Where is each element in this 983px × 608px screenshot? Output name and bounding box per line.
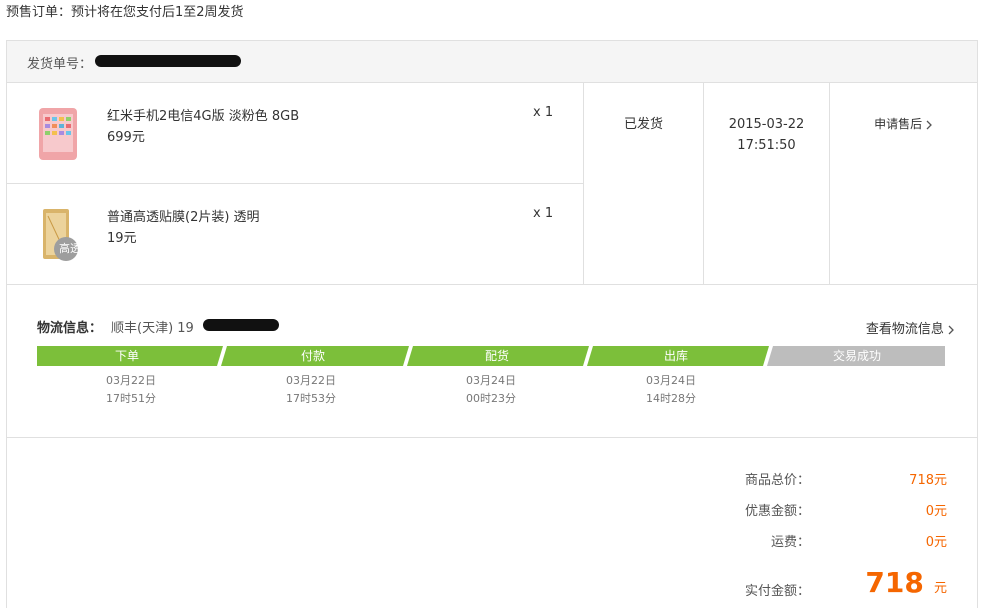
logistics-section: 物流信息： 顺丰(天津) 19 查看物流信息 下单 付款 配货 出库 交易成功 … xyxy=(7,285,977,438)
goods-total-value: 718元 xyxy=(909,473,947,488)
shipment-number-label: 发货单号： xyxy=(27,57,93,72)
chevron-right-icon xyxy=(926,120,932,129)
progress-track: 下单 付款 配货 出库 交易成功 xyxy=(37,346,945,366)
goods-section: 红米手机2电信4G版 淡粉色 8GB 699元 x 1 高透 普通高透贴膜(2片… xyxy=(7,83,977,285)
time-column: 2015-03-22 17:51:50 xyxy=(703,83,829,285)
pink-phone-icon xyxy=(39,108,77,160)
item-quantity: x 1 xyxy=(533,206,554,221)
step-label-outbound: 出库 xyxy=(663,349,688,363)
goods-total-label: 商品总价： xyxy=(744,473,810,488)
discount-value: 0元 xyxy=(925,504,947,519)
shipping-fee-label: 运费： xyxy=(770,535,810,550)
item-price: 699元 xyxy=(107,130,145,145)
step-time-order: 03月22日 17时51分 xyxy=(91,372,171,408)
item-badge: 高透 xyxy=(59,242,81,255)
redacted-tracking-number xyxy=(203,319,279,331)
step-clock: 00时23分 xyxy=(466,392,516,405)
list-item: 红米手机2电信4G版 淡粉色 8GB 699元 x 1 xyxy=(7,83,583,184)
step-time-payment: 03月22日 17时53分 xyxy=(271,372,351,408)
item-name[interactable]: 红米手机2电信4G版 淡粉色 8GB xyxy=(107,105,299,124)
step-clock: 17时53分 xyxy=(286,392,336,405)
presale-note: 预售订单：预计将在您支付后1至2周发货 xyxy=(6,5,244,20)
order-time: 17:51:50 xyxy=(737,138,796,153)
order-panel: 发货单号： 红米手机2电信4G版 淡粉色 8GB 699元 x 1 高透 普通高… xyxy=(6,40,978,608)
step-date: 03月24日 xyxy=(466,374,516,387)
shipment-header: 发货单号： xyxy=(7,41,977,83)
order-date: 2015-03-22 xyxy=(728,117,805,132)
paid-amount: 718 元 xyxy=(827,566,947,599)
step-label-completed: 交易成功 xyxy=(832,349,881,363)
item-name[interactable]: 普通高透贴膜(2片装) 透明 xyxy=(107,206,260,225)
paid-amount-unit: 元 xyxy=(933,581,947,596)
item-price: 19元 xyxy=(107,231,137,246)
step-date: 03月22日 xyxy=(106,374,156,387)
chevron-right-icon xyxy=(948,325,954,334)
step-clock: 17时51分 xyxy=(106,392,156,405)
step-label-payment: 付款 xyxy=(300,349,325,363)
redacted-shipment-number xyxy=(95,55,241,67)
logistics-label: 物流信息： xyxy=(37,321,103,336)
step-label-picking: 配货 xyxy=(484,349,509,363)
shipping-fee-value: 0元 xyxy=(925,535,947,550)
action-column: 申请售后 xyxy=(829,83,977,285)
after-sales-button[interactable]: 申请售后 xyxy=(830,114,977,135)
step-time-picking: 03月24日 00时23分 xyxy=(451,372,531,408)
paid-amount-label: 实付金额： xyxy=(744,584,810,599)
totals-section: 商品总价： 718元 优惠金额： 0元 运费： 0元 实付金额： 718 元 xyxy=(7,438,977,608)
step-date: 03月22日 xyxy=(286,374,336,387)
step-label-order: 下单 xyxy=(114,349,139,363)
item-quantity: x 1 xyxy=(533,105,554,120)
list-item: 高透 普通高透贴膜(2片装) 透明 19元 x 1 xyxy=(7,184,583,285)
step-time-outbound: 03月24日 14时28分 xyxy=(631,372,711,408)
step-date: 03月24日 xyxy=(646,374,696,387)
order-status: 已发货 xyxy=(623,117,663,132)
carrier-info: 顺丰(天津) 19 xyxy=(111,321,194,336)
discount-label: 优惠金额： xyxy=(744,504,810,519)
paid-amount-value: 718 xyxy=(865,566,924,599)
view-logistics-label: 查看物流信息 xyxy=(865,322,944,337)
step-clock: 14时28分 xyxy=(646,392,696,405)
status-column: 已发货 xyxy=(583,83,703,285)
view-logistics-link[interactable]: 查看物流信息 xyxy=(866,318,955,337)
after-sales-label: 申请售后 xyxy=(874,117,923,131)
